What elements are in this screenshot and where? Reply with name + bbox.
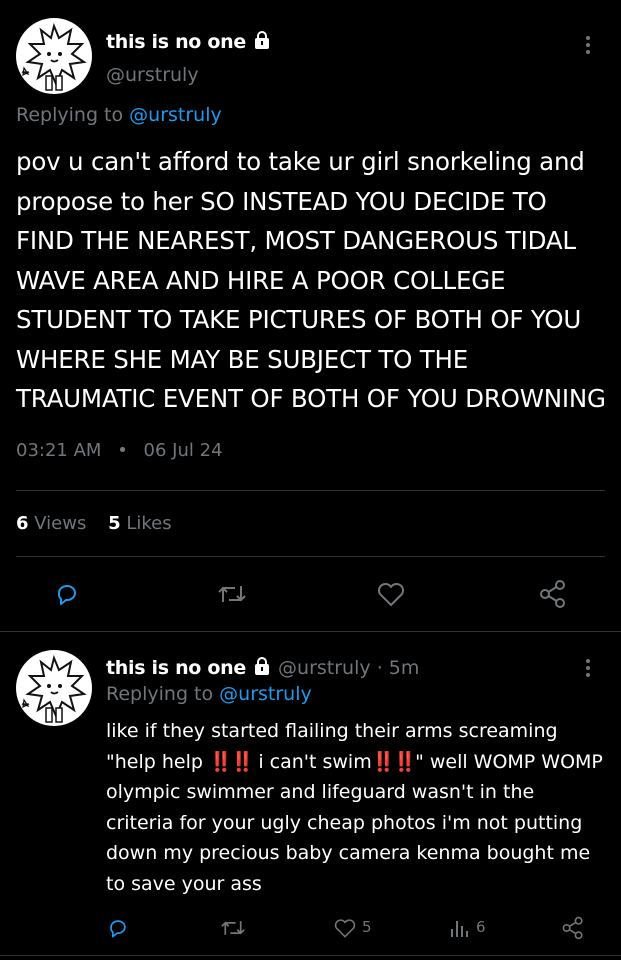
time-ago[interactable]: · 5m bbox=[377, 657, 420, 679]
likes-stat[interactable]: 5 Likes bbox=[108, 513, 172, 534]
double-exclamation-emoji: ‼️‼️ bbox=[208, 750, 254, 773]
display-name[interactable]: this is no one bbox=[106, 30, 272, 53]
reply-header: this is no one @urstruly · 5m bbox=[106, 656, 419, 679]
more-vertical-icon[interactable] bbox=[585, 656, 591, 680]
heart-icon[interactable] bbox=[376, 580, 406, 608]
avatar-drawing-icon bbox=[21, 22, 87, 91]
share-icon[interactable] bbox=[561, 916, 585, 940]
tweet-stats: 6 Views 5 Likes bbox=[16, 513, 172, 534]
handle[interactable]: @urstruly bbox=[278, 657, 371, 679]
avatar[interactable] bbox=[16, 650, 92, 726]
lock-icon bbox=[255, 657, 269, 675]
retweet-icon[interactable] bbox=[220, 916, 246, 940]
views-count: 6 bbox=[476, 918, 486, 936]
divider bbox=[0, 631, 621, 632]
display-name[interactable]: this is no one bbox=[106, 657, 246, 679]
avatar[interactable] bbox=[16, 18, 92, 94]
replying-to: Replying to @urstruly bbox=[16, 104, 222, 126]
more-vertical-icon[interactable] bbox=[585, 33, 591, 57]
reply-icon[interactable] bbox=[53, 580, 81, 608]
replying-handle-link[interactable]: @urstruly bbox=[219, 683, 312, 705]
views-stat[interactable]: 6 Views bbox=[16, 513, 86, 534]
divider bbox=[0, 955, 621, 956]
like-count: 5 bbox=[362, 918, 372, 936]
share-icon[interactable] bbox=[538, 579, 568, 609]
divider bbox=[16, 556, 605, 557]
retweet-icon[interactable] bbox=[217, 580, 247, 608]
replying-to: Replying to @urstruly bbox=[106, 683, 312, 705]
double-exclamation-emoji: ‼️‼️ bbox=[371, 750, 417, 773]
handle[interactable]: @urstruly bbox=[106, 64, 199, 86]
views-bar-icon[interactable] bbox=[449, 917, 471, 939]
avatar-drawing-icon bbox=[21, 654, 87, 723]
heart-icon[interactable] bbox=[333, 917, 357, 939]
reply-icon[interactable] bbox=[106, 916, 130, 940]
lock-icon bbox=[255, 31, 270, 49]
tweet-text: pov u can't afford to take ur girl snork… bbox=[16, 147, 606, 413]
reply-text: like if they started flailing their arms… bbox=[106, 720, 603, 895]
divider bbox=[16, 490, 605, 491]
replying-handle-link[interactable]: @urstruly bbox=[129, 104, 222, 126]
tweet-timestamp[interactable]: 03:21 AM • 06 Jul 24 bbox=[16, 440, 223, 461]
